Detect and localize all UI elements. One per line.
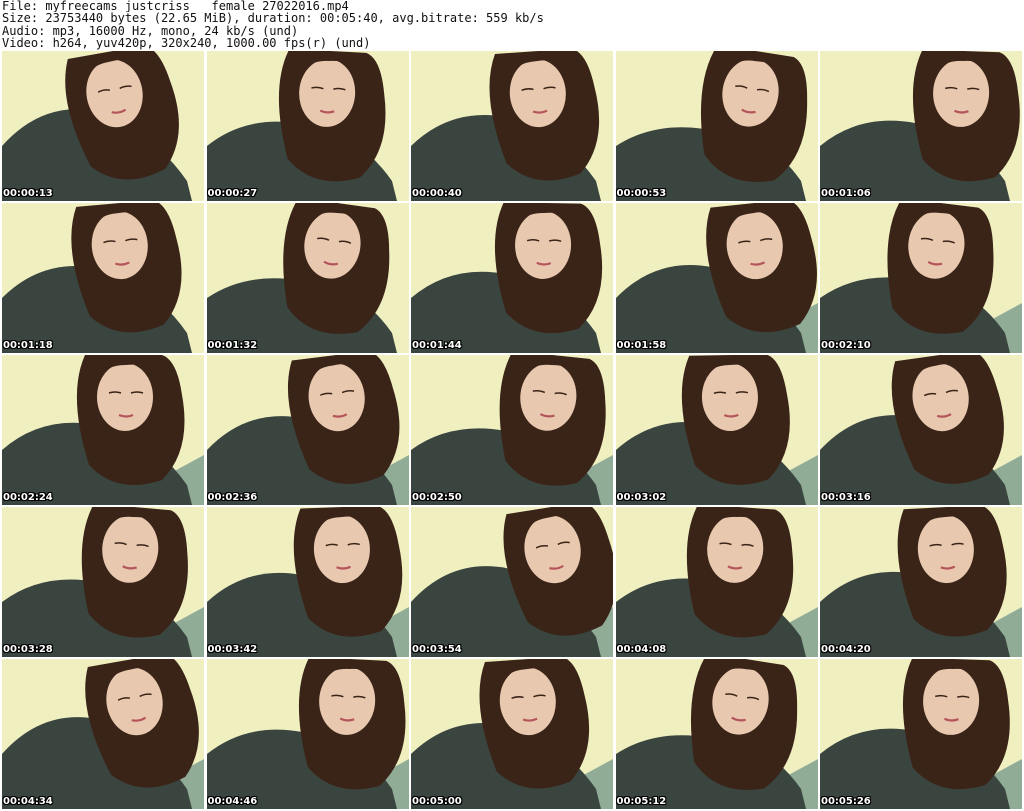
video-frame-image (820, 51, 1022, 201)
video-frame-image (411, 51, 613, 201)
frame-timestamp: 00:02:36 (207, 492, 258, 503)
frame-timestamp: 00:04:34 (3, 796, 53, 807)
video-thumbnail: 00:05:26 (820, 659, 1022, 809)
video-thumbnail: 00:01:44 (411, 203, 613, 353)
frame-timestamp: 00:00:27 (207, 188, 258, 199)
video-frame-image (615, 507, 818, 657)
video-frame-image (411, 203, 613, 353)
frame-timestamp: 00:04:08 (616, 644, 667, 655)
frame-timestamp: 00:04:46 (207, 796, 258, 807)
frame-timestamp: 00:01:06 (821, 188, 871, 199)
frame-timestamp: 00:01:58 (616, 340, 667, 351)
video-thumbnail: 00:03:28 (2, 507, 204, 657)
video-thumbnail: 00:00:40 (411, 51, 613, 201)
video-frame-image (206, 355, 409, 505)
video-frame-image (206, 507, 409, 657)
frame-timestamp: 00:05:00 (412, 796, 462, 807)
video-frame-image (820, 203, 1022, 353)
video-frame-image (206, 659, 409, 809)
video-thumbnail: 00:01:58 (615, 203, 818, 353)
frame-timestamp: 00:04:20 (821, 644, 871, 655)
video-frame-image (411, 659, 613, 809)
video-thumbnail: 00:01:06 (820, 51, 1022, 201)
video-thumbnail: 00:04:46 (206, 659, 409, 809)
video-thumbnail: 00:02:10 (820, 203, 1022, 353)
frame-timestamp: 00:03:16 (821, 492, 871, 503)
video-thumbnail: 00:05:12 (615, 659, 818, 809)
frame-timestamp: 00:01:32 (207, 340, 258, 351)
thumbnail-grid: 00:00:13 00:00:27 00:00:40 00:00:53 00:01:06… (2, 51, 1022, 809)
frame-timestamp: 00:00:13 (3, 188, 53, 199)
audio-info-line: Audio: mp3, 16000 Hz, mono, 24 kb/s (und… (2, 24, 299, 38)
video-thumbnail: 00:02:50 (411, 355, 613, 505)
frame-timestamp: 00:00:40 (412, 188, 462, 199)
frame-timestamp: 00:02:10 (821, 340, 871, 351)
video-thumbnail: 00:05:00 (411, 659, 613, 809)
video-frame-image (820, 355, 1022, 505)
video-thumbnail: 00:00:53 (615, 51, 818, 201)
video-thumbnail: 00:03:42 (206, 507, 409, 657)
video-thumbnail: 00:01:32 (206, 203, 409, 353)
video-frame-image (206, 203, 409, 353)
file-size-line: Size: 23753440 bytes (22.65 MiB), durati… (2, 12, 544, 25)
video-frame-image (206, 51, 409, 201)
frame-timestamp: 00:02:24 (3, 492, 53, 503)
video-thumbnail: 00:03:16 (820, 355, 1022, 505)
frame-timestamp: 00:03:28 (3, 644, 53, 655)
video-frame-image (615, 659, 818, 809)
video-info-line: Video: h264, yuv420p, 320x240, 1000.00 f… (2, 37, 371, 50)
video-thumbnail: 00:04:08 (615, 507, 818, 657)
frame-timestamp: 00:03:42 (207, 644, 258, 655)
video-frame-image (2, 203, 204, 353)
video-frame-image (411, 507, 613, 657)
video-info-header: File: myfreecams_justcriss___female_2702… (2, 0, 1022, 50)
frame-timestamp: 00:01:18 (3, 340, 53, 351)
video-frame-image (2, 51, 204, 201)
video-frame-image (411, 355, 613, 505)
frame-timestamp: 00:02:50 (412, 492, 462, 503)
video-frame-image (615, 51, 818, 201)
video-frame-image (2, 507, 204, 657)
video-thumbnail: 00:01:18 (2, 203, 204, 353)
video-frame-image (615, 203, 818, 353)
video-thumbnail: 00:00:27 (206, 51, 409, 201)
video-frame-image (2, 355, 204, 505)
frame-timestamp: 00:01:44 (412, 340, 462, 351)
video-frame-image (2, 659, 204, 809)
frame-timestamp: 00:00:53 (616, 188, 667, 199)
frame-timestamp: 00:05:12 (616, 796, 667, 807)
video-thumbnail: 00:02:24 (2, 355, 204, 505)
frame-timestamp: 00:03:54 (412, 644, 462, 655)
frame-timestamp: 00:05:26 (821, 796, 871, 807)
video-thumbnail: 00:04:34 (2, 659, 204, 809)
video-thumbnail: 00:04:20 (820, 507, 1022, 657)
video-thumbnail: 00:00:13 (2, 51, 204, 201)
video-frame-image (820, 507, 1022, 657)
video-thumbnail: 00:03:54 (411, 507, 613, 657)
video-thumbnail: 00:02:36 (206, 355, 409, 505)
video-thumbnail: 00:03:02 (615, 355, 818, 505)
video-frame-image (820, 659, 1022, 809)
file-name-line: File: myfreecams_justcriss___female_2702… (2, 0, 349, 13)
frame-timestamp: 00:03:02 (616, 492, 667, 503)
video-frame-image (615, 355, 818, 505)
